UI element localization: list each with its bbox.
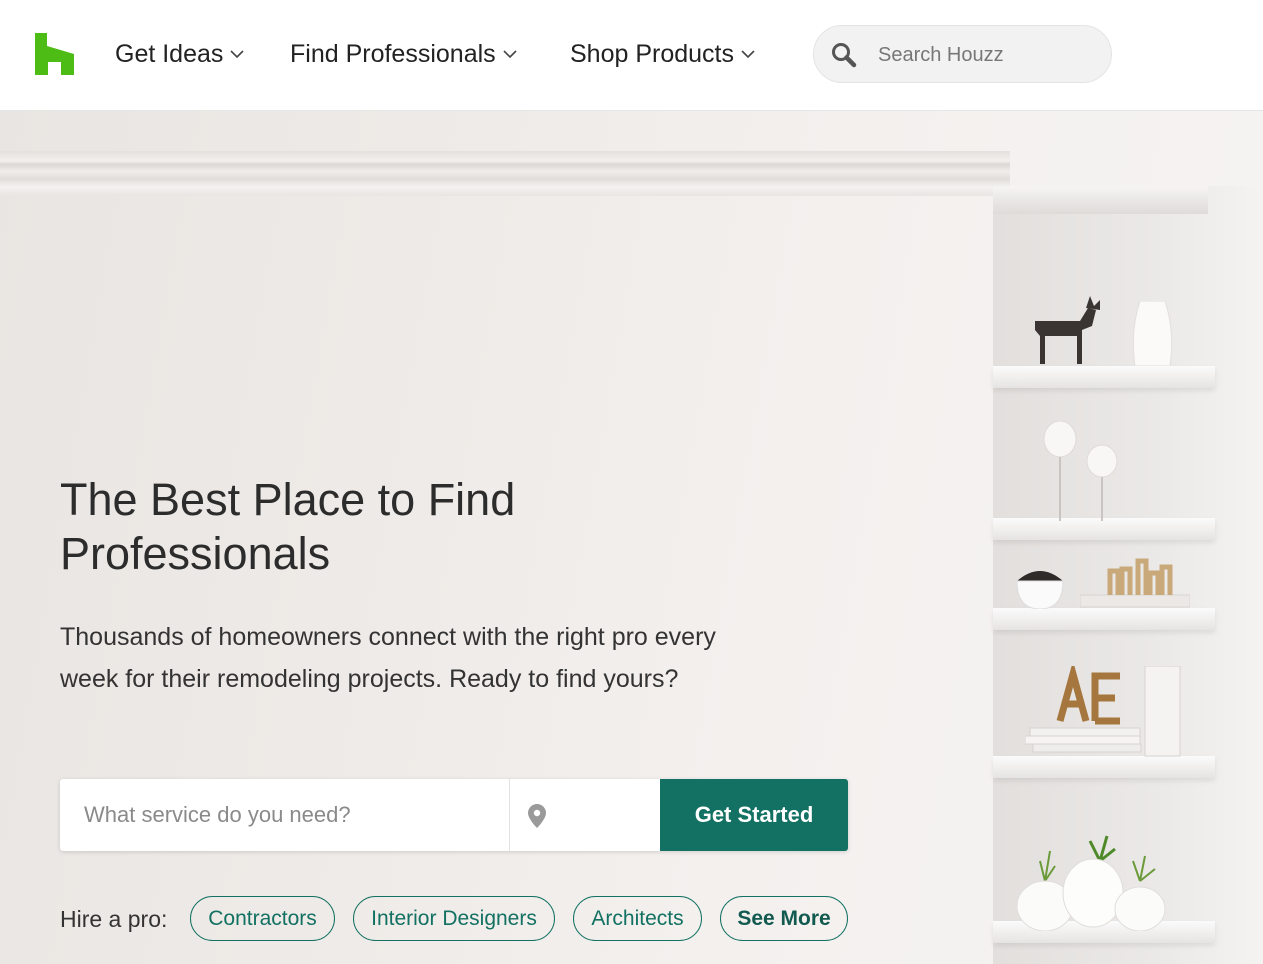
- shelf: [993, 756, 1215, 778]
- service-input[interactable]: [60, 779, 509, 851]
- shelf: [993, 518, 1215, 540]
- chevron-down-icon: [230, 50, 244, 59]
- hero-subtitle: Thousands of homeowners connect with the…: [60, 623, 716, 693]
- site-search: [813, 25, 1112, 83]
- hire-a-pro-label: Hire a pro:: [60, 906, 168, 932]
- black-white-bowl-image: [1016, 571, 1064, 609]
- hero-title: The Best Place to Find Professionals: [60, 474, 516, 579]
- top-navigation-bar: Get Ideas Find Professionals Shop Produc…: [0, 0, 1263, 111]
- search-input[interactable]: [876, 40, 1100, 70]
- nav-get-ideas[interactable]: Get Ideas: [115, 37, 244, 71]
- ae-letters-and-books-image: [1025, 666, 1181, 757]
- chip-interior-designers[interactable]: Interior Designers: [353, 896, 555, 941]
- houzz-logo-icon[interactable]: [35, 33, 74, 75]
- nav-find-professionals[interactable]: Find Professionals: [290, 37, 517, 71]
- nav-get-ideas-label: Get Ideas: [115, 39, 224, 68]
- shelf-cap: [993, 186, 1208, 214]
- location-field[interactable]: [509, 779, 660, 851]
- shelf: [993, 366, 1215, 388]
- white-vase-image: [1132, 301, 1173, 366]
- chevron-down-icon: [503, 50, 517, 59]
- letters-decor-image: [1080, 558, 1190, 608]
- chip-contractors[interactable]: Contractors: [190, 896, 335, 941]
- nav-find-professionals-label: Find Professionals: [290, 39, 496, 68]
- hero-section: The Best Place to Find Professionals Tho…: [0, 111, 1263, 964]
- get-started-button[interactable]: Get Started: [660, 779, 848, 851]
- chip-see-more[interactable]: See More: [720, 896, 848, 941]
- nav-shop-products-label: Shop Products: [570, 39, 734, 68]
- wall-moulding-image: [0, 151, 1010, 196]
- pro-finder-form: Get Started: [60, 779, 848, 851]
- chip-architects[interactable]: Architects: [573, 896, 702, 941]
- owl-figurines-image: [1043, 421, 1118, 521]
- shelf: [993, 608, 1215, 630]
- nav-shop-products[interactable]: Shop Products: [570, 37, 755, 71]
- moose-figurine-image: [1035, 296, 1100, 364]
- search-icon[interactable]: [830, 41, 858, 69]
- chevron-down-icon: [741, 50, 755, 59]
- plant-vases-image: [1016, 835, 1166, 931]
- location-pin-icon: [528, 804, 546, 828]
